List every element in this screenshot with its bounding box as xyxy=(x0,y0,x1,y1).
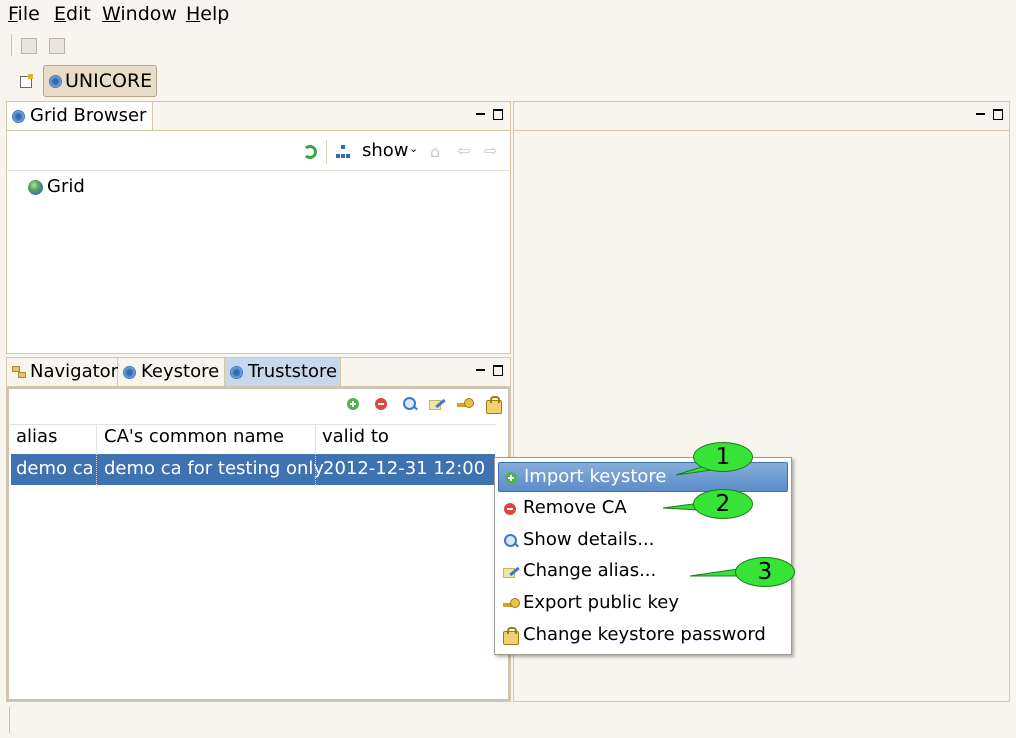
minimize-icon[interactable] xyxy=(476,369,485,371)
maximize-icon[interactable] xyxy=(493,365,503,376)
column-divider xyxy=(315,424,316,454)
tab-truststore[interactable]: Truststore xyxy=(225,358,341,386)
home-icon[interactable]: ⌂ xyxy=(430,142,440,161)
lower-panel: Navigator Keystore Truststore xyxy=(6,357,511,702)
back-icon[interactable]: ⇦ xyxy=(457,141,470,160)
toolbar-separator xyxy=(11,34,12,56)
magnifier-icon[interactable] xyxy=(403,397,416,410)
cell-common-name: demo ca for testing only xyxy=(104,458,325,479)
plus-icon xyxy=(505,472,517,484)
menu-item-label: Show details... xyxy=(523,529,655,550)
menu-item-label: Remove CA xyxy=(523,497,627,518)
table-row[interactable]: demo ca demo ca for testing only 2012-12… xyxy=(11,454,495,485)
keystore-password-icon[interactable] xyxy=(486,396,502,414)
menu-item-show-details[interactable]: Show details... xyxy=(498,526,788,556)
cell-valid-to: 2012-12-31 12:00 xyxy=(323,458,486,479)
magnifier-icon xyxy=(504,534,517,547)
status-separator xyxy=(9,707,10,733)
cell-alias: demo ca xyxy=(16,458,94,479)
context-menu: Import keystore Remove CA Show details..… xyxy=(494,457,792,655)
edit-icon xyxy=(503,565,519,579)
show-dropdown[interactable]: show xyxy=(362,140,409,161)
perspective-label: UNICORE xyxy=(65,70,153,92)
tab-keystore-label: Keystore xyxy=(141,361,220,382)
tab-navigator[interactable]: Navigator xyxy=(7,358,118,386)
menu-bar: File Edit Window Help xyxy=(0,0,1016,30)
open-perspective-icon[interactable] xyxy=(20,74,34,88)
callout-3: 3 xyxy=(735,557,795,587)
tab-keystore[interactable]: Keystore xyxy=(118,358,225,386)
lower-panel-header: Navigator Keystore Truststore xyxy=(7,358,510,387)
tab-navigator-label: Navigator xyxy=(30,361,119,382)
toolbar xyxy=(0,34,1016,58)
view-toolbar-separator xyxy=(326,140,327,164)
perspective-unicore[interactable]: UNICORE xyxy=(43,65,157,97)
editor-area-header xyxy=(514,102,1009,131)
grid-icon xyxy=(12,110,25,123)
tab-truststore-label: Truststore xyxy=(248,361,338,382)
menu-edit[interactable]: Edit xyxy=(54,3,91,25)
globe-icon xyxy=(28,180,43,195)
tab-grid-browser[interactable]: Grid Browser xyxy=(7,102,153,130)
grid-icon xyxy=(123,366,136,379)
grid-icon xyxy=(49,75,62,88)
minimize-icon[interactable] xyxy=(976,113,985,115)
column-divider xyxy=(96,424,97,454)
key-icon[interactable] xyxy=(457,397,474,411)
forward-icon[interactable]: ⇨ xyxy=(484,141,497,160)
edit-icon[interactable] xyxy=(429,397,445,411)
menu-item-label: Import keystore xyxy=(524,466,667,487)
menu-window[interactable]: Window xyxy=(102,3,177,25)
tree-view-icon[interactable] xyxy=(336,145,350,159)
cell-divider xyxy=(315,454,317,485)
status-bar xyxy=(0,704,1016,738)
maximize-icon[interactable] xyxy=(993,109,1003,120)
chevron-down-icon[interactable]: ⌄ xyxy=(409,142,418,155)
table-header-divider xyxy=(10,424,496,425)
refresh-icon[interactable] xyxy=(303,145,317,159)
menu-item-export-public-key[interactable]: Export public key xyxy=(498,589,788,619)
menu-help[interactable]: Help xyxy=(186,3,229,25)
save-all-icon[interactable] xyxy=(49,38,65,54)
plus-icon[interactable] xyxy=(347,398,359,410)
cell-divider xyxy=(96,454,98,485)
tree-item-grid[interactable]: Grid xyxy=(47,176,85,197)
key-icon xyxy=(503,597,520,611)
callout-2: 2 xyxy=(693,489,753,519)
callout-1: 1 xyxy=(693,442,753,472)
minus-icon[interactable] xyxy=(375,398,387,410)
navigator-icon xyxy=(12,366,26,378)
menu-item-change-keystore-password[interactable]: Change keystore password xyxy=(498,621,788,651)
menu-item-label: Export public key xyxy=(523,592,680,613)
grid-browser-panel: Grid Browser show ⌄ ⌂ ⇦ ⇨ Grid xyxy=(6,101,511,354)
minimize-icon[interactable] xyxy=(476,113,485,115)
minus-icon xyxy=(504,503,516,515)
grid-browser-header: Grid Browser xyxy=(7,102,510,131)
keystore-password-icon xyxy=(503,627,519,645)
save-icon[interactable] xyxy=(21,38,37,54)
menu-item-label: Change alias... xyxy=(523,560,657,581)
menu-file[interactable]: File xyxy=(8,3,40,25)
tab-grid-browser-label: Grid Browser xyxy=(30,105,147,126)
menu-item-label: Change keystore password xyxy=(523,624,766,645)
grid-icon xyxy=(230,366,243,379)
view-toolbar-divider xyxy=(7,170,510,171)
maximize-icon[interactable] xyxy=(493,109,503,120)
